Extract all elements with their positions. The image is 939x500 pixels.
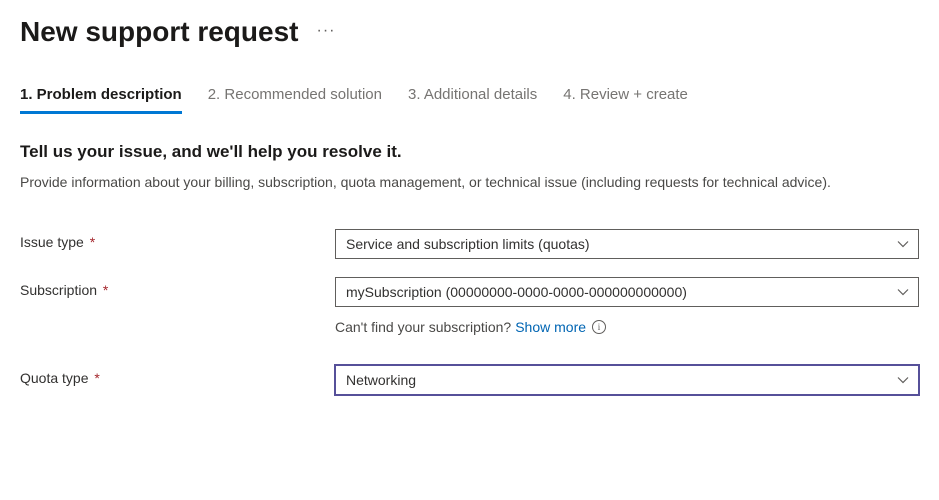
wizard-tabs: 1. Problem description 2. Recommended so…	[20, 86, 919, 114]
required-indicator: *	[99, 282, 108, 298]
chevron-down-icon	[897, 374, 909, 386]
more-actions-button[interactable]: ···	[316, 23, 335, 42]
info-icon[interactable]: i	[592, 320, 606, 334]
chevron-down-icon	[897, 286, 909, 298]
tab-additional-details[interactable]: 3. Additional details	[408, 86, 537, 114]
issue-type-select[interactable]: Service and subscription limits (quotas)	[335, 229, 919, 259]
subscription-helper: Can't find your subscription? Show more …	[335, 319, 606, 335]
tab-recommended-solution[interactable]: 2. Recommended solution	[208, 86, 382, 114]
section-heading: Tell us your issue, and we'll help you r…	[20, 142, 919, 162]
section-description: Provide information about your billing, …	[20, 172, 919, 193]
quota-type-label: Quota type *	[20, 365, 335, 386]
chevron-down-icon	[897, 238, 909, 250]
required-indicator: *	[91, 370, 100, 386]
issue-type-label: Issue type *	[20, 229, 335, 250]
required-indicator: *	[86, 234, 95, 250]
tab-review-create[interactable]: 4. Review + create	[563, 86, 688, 114]
issue-type-value: Service and subscription limits (quotas)	[346, 236, 590, 252]
quota-type-value: Networking	[346, 372, 416, 388]
subscription-helper-prefix: Can't find your subscription?	[335, 319, 511, 335]
show-more-link[interactable]: Show more	[515, 319, 586, 335]
subscription-value: mySubscription (00000000-0000-0000-00000…	[346, 284, 687, 300]
tab-problem-description[interactable]: 1. Problem description	[20, 86, 182, 114]
page-title: New support request	[20, 16, 298, 48]
quota-type-select[interactable]: Networking	[335, 365, 919, 395]
subscription-select[interactable]: mySubscription (00000000-0000-0000-00000…	[335, 277, 919, 307]
subscription-label: Subscription *	[20, 277, 335, 298]
